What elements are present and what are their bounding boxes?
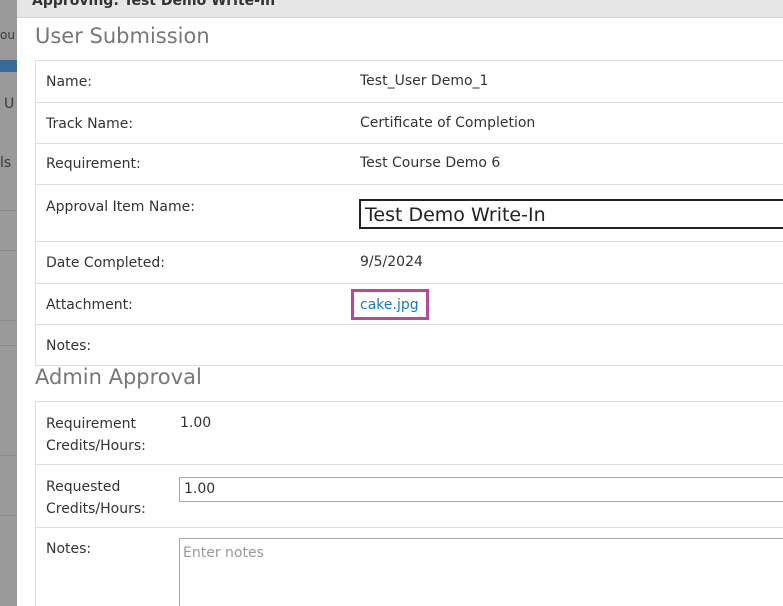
name-label: Name: [46, 74, 93, 90]
date-label: Date Completed: [46, 255, 165, 271]
background-divider [0, 320, 17, 321]
modal-title: Approving: Test Demo Write-In [32, 0, 276, 9]
user-submission-table: Name: Test_User Demo_1 Track Name: Certi… [35, 60, 783, 366]
approval-item-row: Approval Item Name: Test Demo Write-In [36, 185, 783, 242]
user-submission-heading: User Submission [35, 24, 210, 48]
requirement-row: Requirement: Test Course Demo 6 [36, 144, 783, 185]
requirement-credits-row: Requirement Credits/Hours: 1.00 [36, 402, 783, 465]
background-page: ou U ls [0, 0, 17, 606]
requested-credits-input[interactable]: 1.00 [179, 477, 783, 502]
requirement-value: Test Course Demo 6 [360, 155, 501, 171]
approval-modal: Approving: Test Demo Write-In User Submi… [17, 0, 783, 606]
requested-credits-label-2: Credits/Hours: [46, 501, 146, 517]
name-value: Test_User Demo_1 [360, 73, 489, 89]
notes-row: Notes: [36, 325, 783, 367]
modal-header: Approving: Test Demo Write-In [17, 0, 783, 18]
date-row: Date Completed: 9/5/2024 [36, 242, 783, 284]
background-divider [0, 345, 17, 346]
requirement-credits-label-2: Credits/Hours: [46, 438, 146, 454]
background-divider [0, 210, 17, 211]
background-nav-bar [0, 60, 17, 72]
track-value: Certificate of Completion [360, 115, 536, 131]
requirement-label: Requirement: [46, 156, 141, 172]
notes-label: Notes: [46, 338, 92, 354]
requirement-credits-label-1: Requirement [46, 416, 137, 432]
background-divider [0, 250, 17, 251]
admin-approval-table: Requirement Credits/Hours: 1.00 Requeste… [35, 401, 783, 606]
approval-item-input[interactable]: Test Demo Write-In [359, 199, 783, 229]
track-label: Track Name: [46, 116, 134, 132]
attachment-link[interactable]: cake.jpg [360, 297, 419, 313]
background-text: ls [0, 155, 12, 171]
attachment-label: Attachment: [46, 297, 133, 313]
background-divider [0, 515, 17, 516]
attachment-row: Attachment: cake.jpg [36, 284, 783, 325]
approval-item-label: Approval Item Name: [46, 199, 195, 215]
background-text: U [4, 96, 15, 112]
track-row: Track Name: Certificate of Completion [36, 103, 783, 144]
requirement-credits-value: 1.00 [180, 415, 212, 431]
requested-credits-row: Requested Credits/Hours: 1.00 [36, 465, 783, 528]
name-row: Name: Test_User Demo_1 [36, 61, 783, 103]
admin-notes-row: Notes: Enter notes [36, 528, 783, 606]
admin-notes-textarea[interactable]: Enter notes [179, 538, 783, 606]
requested-credits-label-1: Requested [46, 479, 121, 495]
background-divider [0, 455, 17, 456]
admin-notes-label: Notes: [46, 541, 92, 557]
background-text: ou [0, 28, 15, 42]
date-value: 9/5/2024 [360, 254, 423, 270]
admin-approval-heading: Admin Approval [35, 365, 202, 389]
